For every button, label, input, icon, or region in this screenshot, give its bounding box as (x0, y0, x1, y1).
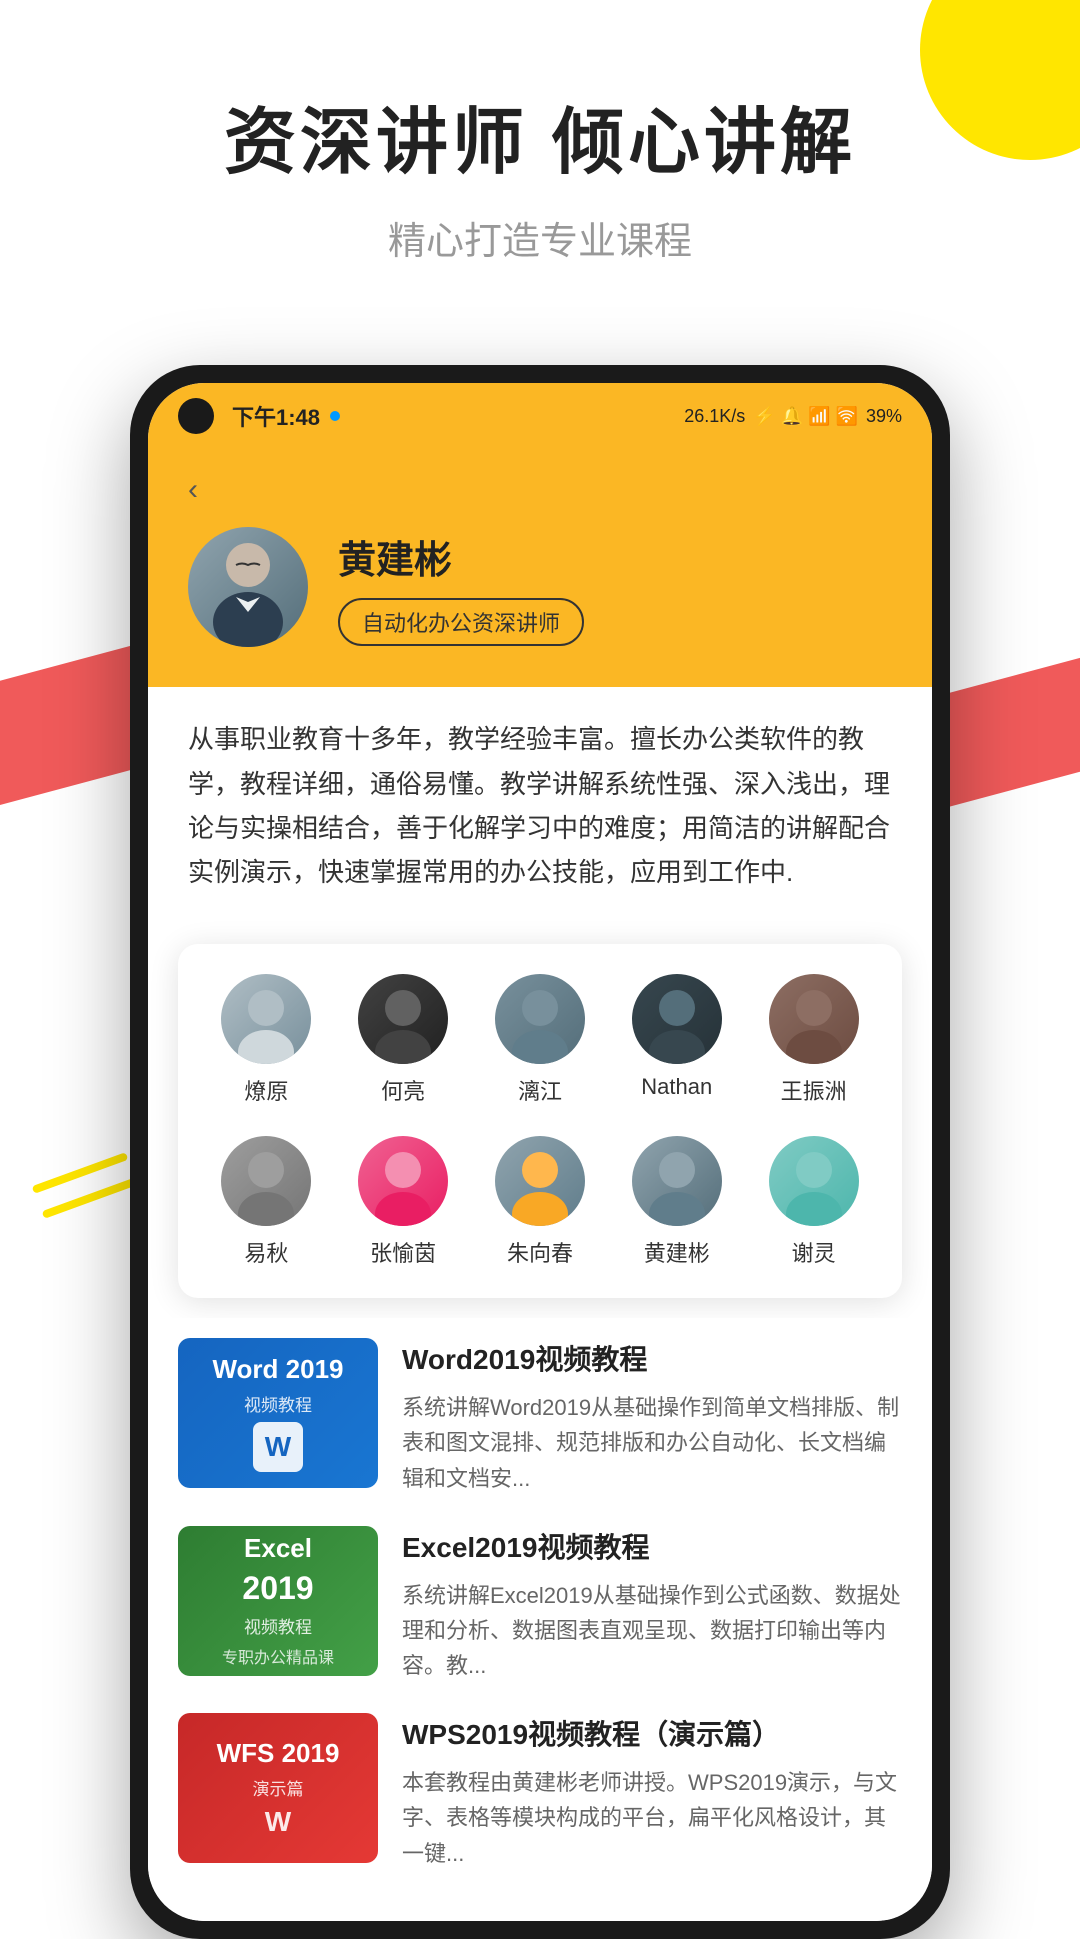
teacher-item[interactable]: 王振洲 (759, 974, 869, 1106)
teacher-avatar-yiqiu (221, 1136, 311, 1226)
course-title-word: Word2019视频教程 (402, 1338, 902, 1378)
excel-thumb-tag: 专职办公精品课 (222, 1644, 334, 1668)
back-button[interactable]: ‹ (188, 473, 892, 507)
teacher-item[interactable]: Nathan (622, 974, 732, 1106)
battery-icon: 39% (866, 406, 902, 427)
teacher-item[interactable]: 朱向春 (485, 1136, 595, 1268)
course-info-wps: WPS2019视频教程（演示篇） 本套教程由黄建彬老师讲授。WPS2019演示，… (402, 1713, 902, 1871)
instructor-avatar-svg (198, 527, 298, 647)
course-desc-excel: 系统讲解Excel2019从基础操作到公式函数、数据处理和分析、数据图表直观呈现… (402, 1578, 902, 1684)
status-right: 26.1K/s ⚡ 🔔 📶 🛜 39% (684, 406, 902, 427)
teacher-name-huangjianbin: 黄建彬 (644, 1236, 710, 1268)
instructor-info: 黄建彬 自动化办公资深讲师 (188, 527, 892, 647)
status-left: 下午1:48 (178, 398, 340, 434)
teacher-name-yiqiu: 易秋 (244, 1236, 288, 1268)
word-icon: W (253, 1422, 303, 1472)
teacher-avatar-zhangyuyin (358, 1136, 448, 1226)
teachers-card: 燎原 何亮 (178, 944, 902, 1298)
course-title-wps: WPS2019视频教程（演示篇） (402, 1713, 902, 1753)
teacher-avatar-liaoyuan (221, 974, 311, 1064)
teacher-avatar-lijiang (495, 974, 585, 1064)
wps-thumb-subtitle: 演示篇 (253, 1775, 304, 1800)
main-title: 资深讲师 倾心讲解 (40, 100, 1040, 186)
teacher-avatar-wangzhenzou (769, 974, 859, 1064)
status-speed: 26.1K/s (684, 406, 745, 427)
instructor-name: 黄建彬 (338, 529, 892, 584)
course-item-excel[interactable]: Excel 2019 视频教程 专职办公精品课 Excel2019视频教程 系统… (178, 1526, 902, 1684)
status-icons: ⚡ 🔔 📶 🛜 (753, 406, 858, 427)
wps-thumb-title: WFS 2019 (217, 1738, 340, 1769)
course-thumb-wps: WFS 2019 演示篇 W (178, 1713, 378, 1863)
teacher-avatar-huangjianbin (632, 1136, 722, 1226)
course-thumb-excel: Excel 2019 视频教程 专职办公精品课 (178, 1526, 378, 1676)
teacher-item[interactable]: 谢灵 (759, 1136, 869, 1268)
teacher-item[interactable]: 易秋 (211, 1136, 321, 1268)
instructor-name-block: 黄建彬 自动化办公资深讲师 (338, 529, 892, 646)
teacher-name-lijiang: 漓江 (518, 1074, 562, 1106)
word-thumb-title: Word 2019 (212, 1354, 343, 1385)
instructor-avatar (188, 527, 308, 647)
camera-notch (178, 398, 214, 434)
wps-icon: W (265, 1806, 291, 1838)
teacher-item[interactable]: 何亮 (348, 974, 458, 1106)
phone-inner: 下午1:48 26.1K/s ⚡ 🔔 📶 🛜 39% ‹ (148, 383, 932, 1920)
sub-title: 精心打造专业课程 (40, 210, 1040, 265)
teacher-item[interactable]: 燎原 (211, 974, 321, 1106)
course-info-word: Word2019视频教程 系统讲解Word2019从基础操作到简单文档排版、制表… (402, 1338, 902, 1496)
teachers-row-1: 燎原 何亮 (198, 974, 882, 1106)
teacher-name-heliang: 何亮 (381, 1074, 425, 1106)
teacher-avatar-nathan (632, 974, 722, 1064)
teacher-name-liaoyuan: 燎原 (244, 1074, 288, 1106)
teacher-item[interactable]: 漓江 (485, 974, 595, 1106)
header-section: 资深讲师 倾心讲解 精心打造专业课程 (0, 0, 1080, 325)
instructor-header: ‹ (148, 443, 932, 687)
teacher-avatar-xieling (769, 1136, 859, 1226)
course-desc-word: 系统讲解Word2019从基础操作到简单文档排版、制表和图文混排、规范排版和办公… (402, 1390, 902, 1496)
teacher-name-wangzhenzou: 王振洲 (781, 1074, 847, 1106)
teacher-name-xieling: 谢灵 (792, 1236, 836, 1268)
excel-thumb-title: Excel (244, 1533, 312, 1564)
teacher-name-nathan: Nathan (641, 1074, 712, 1100)
status-bar: 下午1:48 26.1K/s ⚡ 🔔 📶 🛜 39% (148, 383, 932, 443)
course-item-word[interactable]: Word 2019 视频教程 W Word2019视频教程 系统讲解Word20… (178, 1338, 902, 1496)
teacher-avatar-zhuxiangchun (495, 1136, 585, 1226)
teacher-name-zhuxiangchun: 朱向春 (507, 1236, 573, 1268)
excel-thumb-subtitle: 视频教程 (244, 1613, 312, 1638)
status-time: 下午1:48 (232, 400, 320, 432)
teacher-item[interactable]: 黄建彬 (622, 1136, 732, 1268)
excel-thumb-year: 2019 (242, 1570, 313, 1607)
course-item-wps[interactable]: WFS 2019 演示篇 W WPS2019视频教程（演示篇） 本套教程由黄建彬… (178, 1713, 902, 1871)
instructor-description: 从事职业教育十多年，教学经验丰富。擅长办公类软件的教学，教程详细，通俗易懂。教学… (148, 687, 932, 924)
teacher-name-zhangyuyin: 张愉茵 (370, 1236, 436, 1268)
instructor-badge: 自动化办公资深讲师 (338, 598, 584, 646)
teachers-row-2: 易秋 张愉茵 (198, 1136, 882, 1268)
course-info-excel: Excel2019视频教程 系统讲解Excel2019从基础操作到公式函数、数据… (402, 1526, 902, 1684)
course-thumb-word: Word 2019 视频教程 W (178, 1338, 378, 1488)
teacher-avatar-heliang (358, 974, 448, 1064)
course-list: Word 2019 视频教程 W Word2019视频教程 系统讲解Word20… (148, 1318, 932, 1921)
course-title-excel: Excel2019视频教程 (402, 1526, 902, 1566)
word-thumb-subtitle: 视频教程 (244, 1391, 312, 1416)
status-dot (330, 411, 340, 421)
teacher-item[interactable]: 张愉茵 (348, 1136, 458, 1268)
phone-mockup: 下午1:48 26.1K/s ⚡ 🔔 📶 🛜 39% ‹ (130, 365, 950, 1938)
course-desc-wps: 本套教程由黄建彬老师讲授。WPS2019演示，与文字、表格等模块构成的平台，扁平… (402, 1765, 902, 1871)
phone-wrapper: 下午1:48 26.1K/s ⚡ 🔔 📶 🛜 39% ‹ (0, 365, 1080, 1938)
